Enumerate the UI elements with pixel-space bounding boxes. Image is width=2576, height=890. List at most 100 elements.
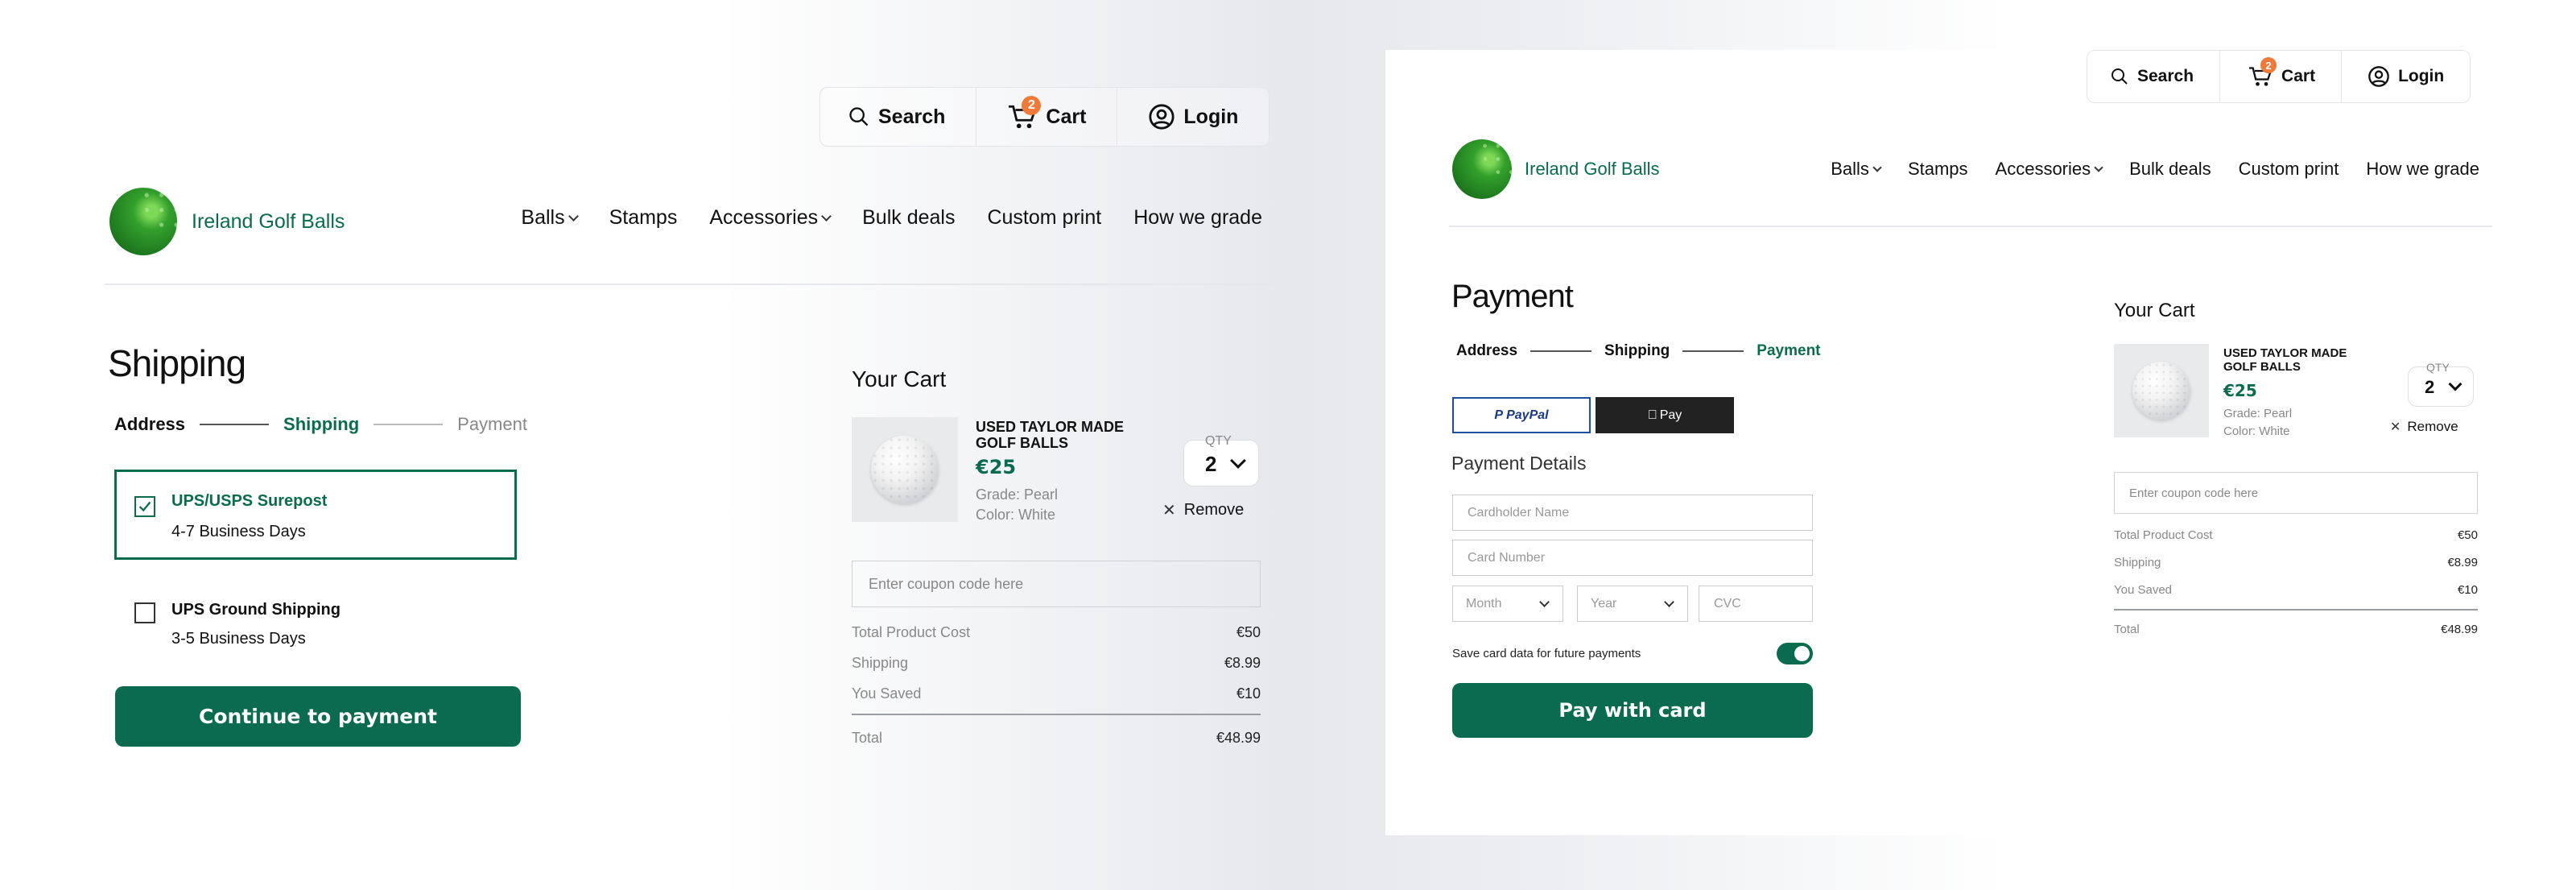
paypal-button[interactable]: P PayPal: [1452, 397, 1591, 433]
nav-stamps[interactable]: Stamps: [1908, 159, 1968, 180]
payment-details-title: Payment Details: [1451, 453, 1587, 474]
cart-title: Your Cart: [852, 366, 947, 391]
summary-total: Total €48.99: [2114, 623, 2478, 636]
nav-balls[interactable]: Balls: [1831, 159, 1882, 180]
step-payment: Payment: [1757, 342, 1821, 359]
nav-accessories-label: Accessories: [709, 206, 819, 229]
coupon-input[interactable]: Enter coupon code here: [2114, 472, 2478, 514]
year-select[interactable]: Year: [1577, 586, 1688, 622]
summary-label: Total Product Cost: [852, 624, 971, 640]
nav-accessories[interactable]: Accessories: [709, 206, 832, 230]
apple-pay-button[interactable]:  Pay: [1596, 397, 1734, 433]
left-nav: Balls Stamps Accessories Bulk deals Cust…: [521, 206, 1262, 230]
remove-button[interactable]: ✕ Remove: [2390, 419, 2458, 435]
search-icon: [2112, 68, 2128, 85]
chevron-down-icon: [2094, 163, 2103, 172]
summary-total: Total €48.99: [852, 730, 1261, 747]
nav-custom-print-label: Custom print: [2238, 159, 2339, 179]
summary-divider: [2114, 609, 2478, 611]
nav-accessories-label: Accessories: [1995, 159, 2091, 179]
save-card-label: Save card data for future payments: [1452, 647, 1641, 660]
shipping-option-name: UPS Ground Shipping: [171, 601, 341, 619]
save-card-toggle[interactable]: [1777, 643, 1813, 664]
qty-label: QTY: [1205, 434, 1232, 448]
card-number-input[interactable]: Card Number: [1452, 540, 1813, 576]
nav-how-we-grade[interactable]: How we grade: [2366, 159, 2479, 180]
shipping-option-ground[interactable]: UPS Ground Shipping 3-5 Business Days: [114, 580, 517, 660]
search-icon: [849, 107, 869, 126]
search-button[interactable]: Search: [820, 88, 977, 146]
cart-button[interactable]: 2 Cart: [976, 88, 1118, 146]
checkbox-unchecked[interactable]: [134, 602, 155, 623]
user-icon: [1149, 104, 1174, 130]
check-icon: [138, 501, 151, 512]
checkbox-checked[interactable]: [134, 496, 155, 517]
paypal-label: PayPal: [1506, 408, 1549, 422]
cart-item-price: €25: [2223, 381, 2257, 400]
nav-custom-print[interactable]: Custom print: [987, 206, 1101, 230]
summary-shipping: Shipping €8.99: [2114, 556, 2478, 569]
step-line: [200, 424, 270, 425]
cart-badge: 2: [1022, 96, 1042, 115]
search-label: Search: [2137, 67, 2194, 85]
toggle-knob: [1794, 646, 1810, 661]
left-logo[interactable]: Ireland Golf Balls: [109, 188, 345, 255]
nav-how-we-grade-label: How we grade: [2366, 159, 2479, 179]
login-button[interactable]: Login: [2342, 51, 2470, 102]
cart-item-name: USED TAYLOR MADE GOLF BALLS: [976, 419, 1125, 451]
nav-bulk-deals[interactable]: Bulk deals: [2129, 159, 2211, 180]
summary-product-cost: Total Product Cost €50: [2114, 528, 2478, 542]
remove-button[interactable]: ✕ Remove: [1162, 500, 1244, 520]
qty-stepper[interactable]: QTY 2: [2408, 361, 2474, 407]
cart-item-image: [852, 417, 958, 522]
summary-label: Total Product Cost: [2114, 528, 2213, 542]
nav-custom-print[interactable]: Custom print: [2239, 159, 2339, 180]
cardholder-name-input[interactable]: Cardholder Name: [1452, 495, 1813, 531]
right-logo[interactable]: Ireland Golf Balls: [1452, 139, 1660, 199]
summary-saved: You Saved €10: [2114, 583, 2478, 597]
golf-ball-logo-icon: [1452, 139, 1512, 199]
summary-value: €48.99: [1216, 730, 1261, 746]
remove-label: Remove: [2407, 419, 2458, 434]
nav-stamps[interactable]: Stamps: [609, 206, 678, 230]
summary-label: You Saved: [852, 685, 922, 702]
cart-item-grade: Grade: Pearl: [2223, 407, 2293, 420]
summary-value: €48.99: [2441, 623, 2478, 636]
nav-accessories[interactable]: Accessories: [1996, 159, 2103, 180]
right-topbar: Search 2 Cart Login: [2087, 50, 2471, 103]
nav-balls[interactable]: Balls: [521, 206, 579, 230]
left-header-divider: [105, 284, 1276, 285]
left-stepper: Address Shipping Payment: [114, 414, 527, 435]
pay-with-card-button[interactable]: Pay with card: [1452, 683, 1813, 738]
golf-ball-image: [871, 436, 939, 503]
nav-balls-label: Balls: [521, 206, 565, 229]
nav-bulk-deals-label: Bulk deals: [862, 206, 956, 229]
cart-button[interactable]: 2 Cart: [2220, 51, 2343, 102]
close-icon: ✕: [2390, 420, 2401, 434]
search-button[interactable]: Search: [2087, 51, 2221, 102]
qty-stepper[interactable]: QTY 2: [1183, 434, 1259, 486]
nav-bulk-deals[interactable]: Bulk deals: [862, 206, 955, 230]
cart-item-price: €25: [976, 456, 1017, 478]
login-label: Login: [1183, 105, 1239, 128]
shipping-option-surepost[interactable]: UPS/USPS Surepost 4-7 Business Days: [114, 470, 517, 560]
summary-value: €10: [1236, 685, 1261, 702]
golf-ball-image: [2132, 362, 2190, 420]
cart-item-color: Color: White: [976, 507, 1056, 523]
step-shipping: Shipping: [283, 414, 360, 434]
shipping-option-eta: 3-5 Business Days: [171, 630, 306, 648]
summary-value: €50: [2457, 528, 2478, 542]
month-select[interactable]: Month: [1452, 586, 1563, 622]
nav-balls-label: Balls: [1831, 159, 1869, 179]
summary-shipping: Shipping €8.99: [852, 655, 1261, 672]
login-button[interactable]: Login: [1117, 88, 1269, 146]
nav-how-we-grade[interactable]: How we grade: [1133, 206, 1262, 230]
cvc-input[interactable]: CVC: [1699, 586, 1813, 622]
continue-to-payment-button[interactable]: Continue to payment: [115, 686, 521, 747]
cart-label: Cart: [2281, 67, 2316, 85]
chevron-down-icon: [1664, 597, 1674, 607]
nav-stamps-label: Stamps: [1907, 159, 1968, 179]
coupon-input[interactable]: Enter coupon code here: [852, 561, 1261, 607]
summary-label: Total: [2114, 623, 2140, 636]
cart-badge: 2: [2260, 57, 2277, 73]
